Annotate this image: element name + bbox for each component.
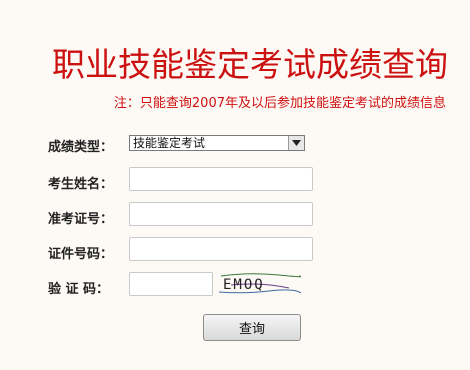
score-type-label: 成绩类型： [48,140,114,155]
name-input[interactable] [129,167,313,191]
id-number-input[interactable] [129,237,313,261]
id-number-label: 证件号码： [48,247,114,262]
captcha-image[interactable]: EMOQ [218,270,302,296]
chevron-down-icon[interactable] [288,136,304,150]
name-label: 考生姓名： [48,177,114,192]
page-title: 职业技能鉴定考试成绩查询 [52,45,448,84]
score-type-value: 技能鉴定考试 [133,136,206,150]
query-button[interactable]: 查询 [203,314,301,341]
query-note: 注：只能查询2007年及以后参加技能鉴定考试的成绩信息 [113,96,446,111]
captcha-label: 验 证 码： [48,282,110,297]
exam-number-label: 准考证号： [48,212,114,227]
captcha-text: EMOQ [223,277,265,293]
score-type-select[interactable]: 技能鉴定考试 [129,135,305,151]
exam-number-input[interactable] [129,202,313,226]
captcha-input[interactable] [129,272,213,296]
